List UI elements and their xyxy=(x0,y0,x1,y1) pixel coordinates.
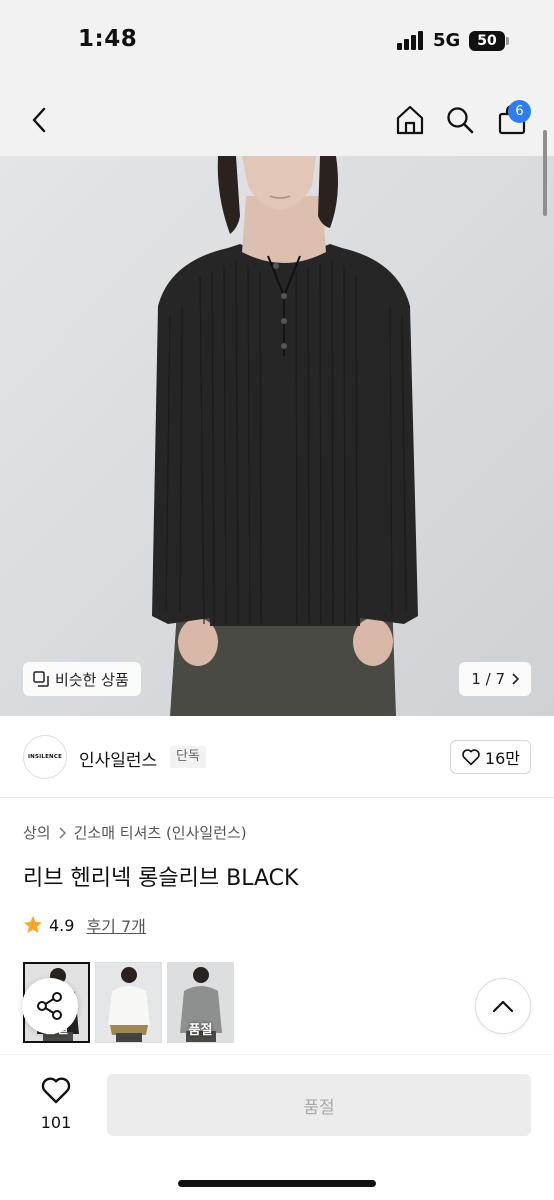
share-button[interactable] xyxy=(22,978,78,1034)
product-image[interactable]: 비슷한 상품 1 / 7 xyxy=(0,156,554,716)
search-icon xyxy=(447,107,474,134)
brand-name[interactable]: 인사일런스 xyxy=(79,746,157,771)
thumbnail-image xyxy=(96,963,161,1042)
heart-icon xyxy=(41,1077,71,1104)
brand-logo[interactable]: INSILENCE xyxy=(23,735,67,779)
status-time: 1:48 xyxy=(78,26,138,52)
cart-count-badge: 6 xyxy=(508,100,531,123)
chevron-up-icon xyxy=(492,1000,514,1013)
color-option-gray[interactable]: 품절 xyxy=(167,962,234,1043)
product-title: 리브 헨리넥 롱슬리브 BLACK xyxy=(23,866,299,891)
breadcrumb-level1[interactable]: 상의 xyxy=(23,822,51,843)
star-icon xyxy=(24,916,42,933)
top-nav xyxy=(0,84,554,156)
home-indicator xyxy=(178,1180,376,1187)
scrollbar[interactable] xyxy=(543,130,547,216)
breadcrumb-level2[interactable]: 긴소매 티셔츠 (인사일런스) xyxy=(74,822,247,843)
similar-products-icon xyxy=(33,671,49,687)
similar-products-button[interactable]: 비슷한 상품 xyxy=(23,662,141,696)
battery-icon: 50 xyxy=(469,31,505,51)
search-button[interactable] xyxy=(438,98,482,142)
share-icon xyxy=(37,992,62,1020)
battery-tip xyxy=(506,37,509,45)
network-type: 5G xyxy=(433,30,461,51)
scroll-to-top-button[interactable] xyxy=(475,978,531,1034)
brand-like-button[interactable]: 16만 xyxy=(449,740,531,774)
wishlist-button[interactable]: 101 xyxy=(30,1075,82,1132)
rating-score: 4.9 xyxy=(49,915,75,935)
gallery-page-indicator[interactable]: 1 / 7 xyxy=(459,662,531,696)
chevron-right-icon xyxy=(59,827,66,838)
status-bar: 1:48 5G 50 xyxy=(0,0,554,84)
signal-icon xyxy=(397,31,425,50)
page-indicator-text: 1 / 7 xyxy=(471,670,505,688)
bottom-action-bar: 101 품절 xyxy=(0,1054,554,1200)
soldout-label: 품절 xyxy=(188,1023,213,1038)
chevron-right-icon xyxy=(512,673,519,685)
heart-icon xyxy=(462,749,480,766)
color-option-white[interactable] xyxy=(95,962,162,1043)
soldout-button[interactable]: 품절 xyxy=(107,1074,531,1136)
breadcrumb: 상의 긴소매 티셔츠 (인사일런스) xyxy=(23,822,247,843)
home-button[interactable] xyxy=(388,98,432,142)
brand-row: INSILENCE 인사일런스 단독 16만 xyxy=(0,716,554,798)
product-photo xyxy=(0,156,554,716)
reviews-link[interactable]: 후기 7개 xyxy=(86,913,145,937)
similar-products-label: 비슷한 상품 xyxy=(55,670,129,689)
wishlist-count: 101 xyxy=(40,1113,72,1132)
home-icon xyxy=(396,105,424,135)
back-button[interactable] xyxy=(18,98,62,142)
chevron-left-icon xyxy=(32,107,46,133)
rating-row: 4.9 후기 7개 xyxy=(23,913,146,937)
brand-like-count: 16만 xyxy=(484,749,520,768)
exclusive-badge: 단독 xyxy=(170,746,206,768)
